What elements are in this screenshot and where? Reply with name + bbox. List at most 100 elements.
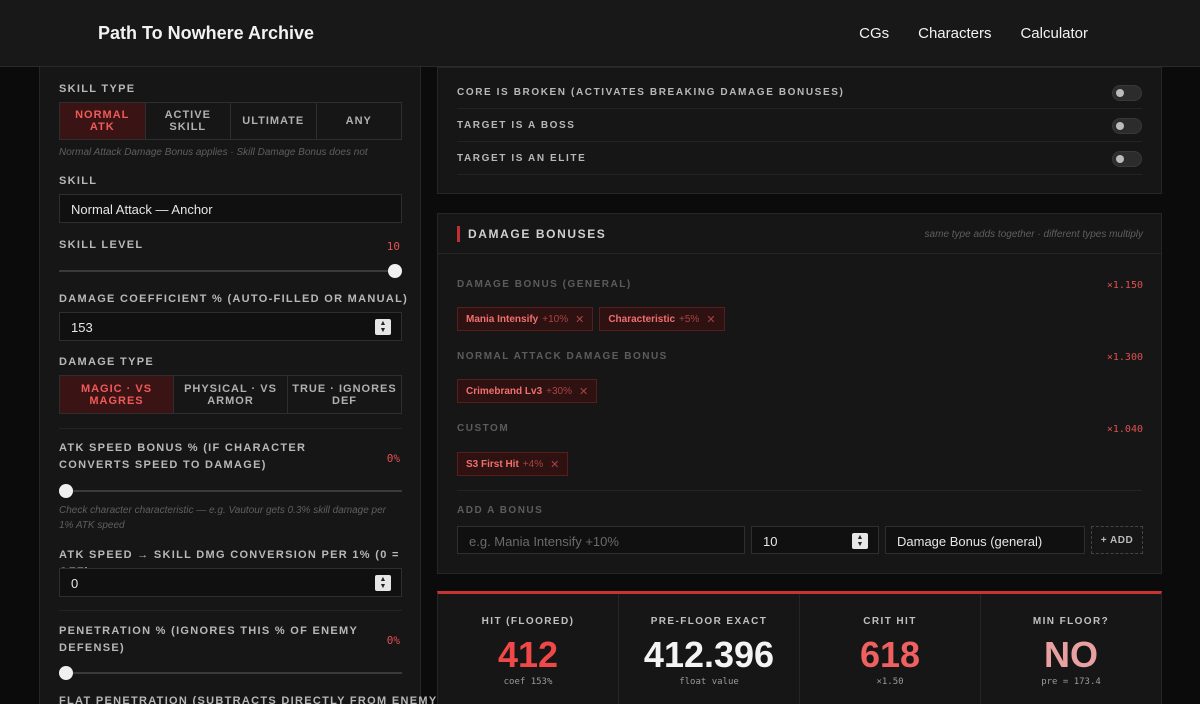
skill-select[interactable]: Normal Attack — Anchor	[59, 194, 402, 223]
bonus-amount-value: 10	[763, 534, 778, 549]
skill-level-label: SKILL LEVEL	[59, 239, 144, 251]
remove-icon[interactable]: ✕	[550, 458, 559, 471]
remove-icon[interactable]: ✕	[575, 313, 584, 326]
group-mult-general: ×1.150	[1106, 280, 1143, 291]
slider-thumb[interactable]	[59, 484, 73, 498]
elite-toggle[interactable]	[1112, 151, 1142, 167]
bonus-amount-input[interactable]: 10 ▲ ▼	[751, 526, 879, 554]
result-sub: pre = 173.4	[1041, 677, 1101, 687]
result-value: 618	[859, 634, 921, 675]
bonus-chip[interactable]: Mania Intensify +10% ✕	[457, 307, 594, 331]
chip-name: S3 First Hit	[466, 458, 519, 470]
conversion-input[interactable]: 0 ▲ ▼	[59, 568, 402, 597]
skill-type-ultimate[interactable]: ULTIMATE	[231, 103, 317, 139]
chips-custom: S3 First Hit +4% ✕	[457, 452, 569, 476]
slider-track	[59, 490, 402, 492]
skill-type-active-skill[interactable]: ACTIVE SKILL	[146, 103, 231, 139]
atk-speed-slider[interactable]	[59, 484, 402, 498]
slider-track	[59, 270, 402, 272]
chip-name: Crimebrand Lv3	[466, 385, 543, 397]
atk-speed-label: ATK SPEED BONUS % (IF CHARACTER CONVERTS…	[59, 442, 307, 471]
bonus-type-select[interactable]: Damage Bonus (general)	[885, 526, 1085, 554]
conversion-value: 0	[71, 576, 79, 591]
bonus-note: same type adds together · different type…	[924, 229, 1143, 240]
result-label: HIT (FLOORED)	[481, 616, 575, 627]
toggle-knob	[1116, 122, 1124, 130]
chip-name: Characteristic	[608, 313, 676, 325]
skill-type-label: SKILL TYPE	[59, 83, 136, 95]
conversion-stepper-icon[interactable]: ▲ ▼	[375, 575, 391, 591]
group-label-normal-atk: NORMAL ATTACK DAMAGE BONUS	[457, 351, 668, 362]
damage-type-true[interactable]: TRUE · IGNORES DEF	[288, 376, 401, 413]
chip-amount: +5%	[679, 313, 700, 325]
skill-level-slider[interactable]	[59, 264, 402, 278]
nav-link-cgs[interactable]: CGs	[859, 25, 889, 42]
brand-title[interactable]: Path To Nowhere Archive	[98, 23, 314, 44]
group-mult-custom: ×1.040	[1106, 424, 1143, 435]
bonus-title: DAMAGE BONUSES	[468, 227, 607, 241]
nav-link-characters[interactable]: Characters	[918, 25, 991, 42]
chips-general: Mania Intensify +10% ✕ Characteristic +5…	[457, 307, 725, 331]
chip-amount: +10%	[542, 313, 569, 325]
remove-icon[interactable]: ✕	[706, 313, 715, 326]
add-bonus-button[interactable]: + ADD	[1091, 526, 1143, 554]
bonus-chip[interactable]: Characteristic +5% ✕	[599, 307, 725, 331]
conditions-card: CORE IS BROKEN (ACTIVATES BREAKING DAMAG…	[437, 67, 1162, 194]
divider	[59, 428, 402, 429]
nav-links: CGs Characters Calculator	[859, 25, 1088, 42]
coef-input[interactable]: 153 ▲ ▼	[59, 312, 402, 341]
divider	[457, 490, 1142, 491]
nav-link-calculator[interactable]: Calculator	[1020, 25, 1088, 42]
result-label: PRE-FLOOR EXACT	[650, 616, 768, 627]
skill-type-any[interactable]: ANY	[317, 103, 402, 139]
add-bonus-label: ADD A BONUS	[457, 505, 544, 516]
group-label-general: DAMAGE BONUS (GENERAL)	[457, 279, 632, 290]
boss-toggle[interactable]	[1112, 118, 1142, 134]
accent-bar	[457, 226, 460, 242]
result-label: CRIT HIT	[863, 616, 917, 627]
condition-boss[interactable]: TARGET IS A BOSS	[457, 109, 1142, 142]
toggle-knob	[1116, 89, 1124, 97]
chip-amount: +4%	[522, 458, 544, 470]
bonus-header: DAMAGE BONUSES same type adds together ·…	[438, 214, 1161, 254]
bonus-chip[interactable]: Crimebrand Lv3 +30% ✕	[457, 379, 598, 403]
result-value: 412.396	[643, 634, 775, 675]
skill-label: SKILL	[59, 175, 98, 187]
bonus-chip[interactable]: S3 First Hit +4% ✕	[457, 452, 569, 476]
damage-type-label: DAMAGE TYPE	[59, 356, 154, 368]
result-min-floor: MIN FLOOR? NO pre = 173.4	[981, 594, 1161, 704]
coef-value: 153	[71, 320, 93, 335]
flat-penetration-label: FLAT PENETRATION (SUBTRACTS DIRECTLY FRO…	[59, 695, 438, 704]
bonus-name-input[interactable]: e.g. Mania Intensify +10%	[457, 526, 745, 554]
damage-type-magic[interactable]: MAGIC · VS MAGRES	[60, 376, 174, 413]
results-panel: HIT (FLOORED) 412 coef 153% PRE-FLOOR EX…	[437, 591, 1162, 704]
result-value: 412	[497, 634, 559, 675]
result-crit-hit: CRIT HIT 618 ×1.50	[800, 594, 981, 704]
condition-label: TARGET IS A BOSS	[457, 120, 576, 131]
core-broken-toggle[interactable]	[1112, 85, 1142, 101]
chip-name: Mania Intensify	[466, 313, 539, 325]
atk-speed-value: 0%	[386, 452, 400, 465]
group-mult-normal-atk: ×1.300	[1106, 352, 1143, 363]
skill-panel: SKILL TYPE NORMAL ATK ACTIVE SKILL ULTIM…	[39, 67, 436, 704]
slider-thumb[interactable]	[388, 264, 402, 278]
result-pre-floor: PRE-FLOOR EXACT 412.396 float value	[619, 594, 800, 704]
penetration-label: PENETRATION % (IGNORES THIS % OF ENEMY D…	[59, 625, 358, 654]
coef-stepper-icon[interactable]: ▲ ▼	[375, 319, 391, 335]
condition-elite[interactable]: TARGET IS AN ELITE	[457, 142, 1142, 175]
damage-type-physical[interactable]: PHYSICAL · VS ARMOR	[174, 376, 288, 413]
remove-icon[interactable]: ✕	[579, 385, 588, 398]
damage-type-selector: MAGIC · VS MAGRES PHYSICAL · VS ARMOR TR…	[59, 375, 402, 414]
condition-label: CORE IS BROKEN (ACTIVATES BREAKING DAMAG…	[457, 87, 845, 98]
skill-type-hint: Normal Attack Damage Bonus applies · Ski…	[59, 147, 368, 158]
group-label-custom: CUSTOM	[457, 423, 510, 434]
amount-stepper-icon[interactable]: ▲ ▼	[852, 533, 868, 549]
chip-amount: +30%	[546, 385, 572, 397]
penetration-slider[interactable]	[59, 666, 402, 680]
penetration-value: 0%	[386, 634, 400, 647]
condition-core-broken[interactable]: CORE IS BROKEN (ACTIVATES BREAKING DAMAG…	[457, 76, 1142, 109]
skill-level-value: 10	[386, 240, 400, 253]
skill-type-normal-atk[interactable]: NORMAL ATK	[60, 103, 146, 139]
result-label: MIN FLOOR?	[1032, 616, 1110, 627]
slider-thumb[interactable]	[59, 666, 73, 680]
